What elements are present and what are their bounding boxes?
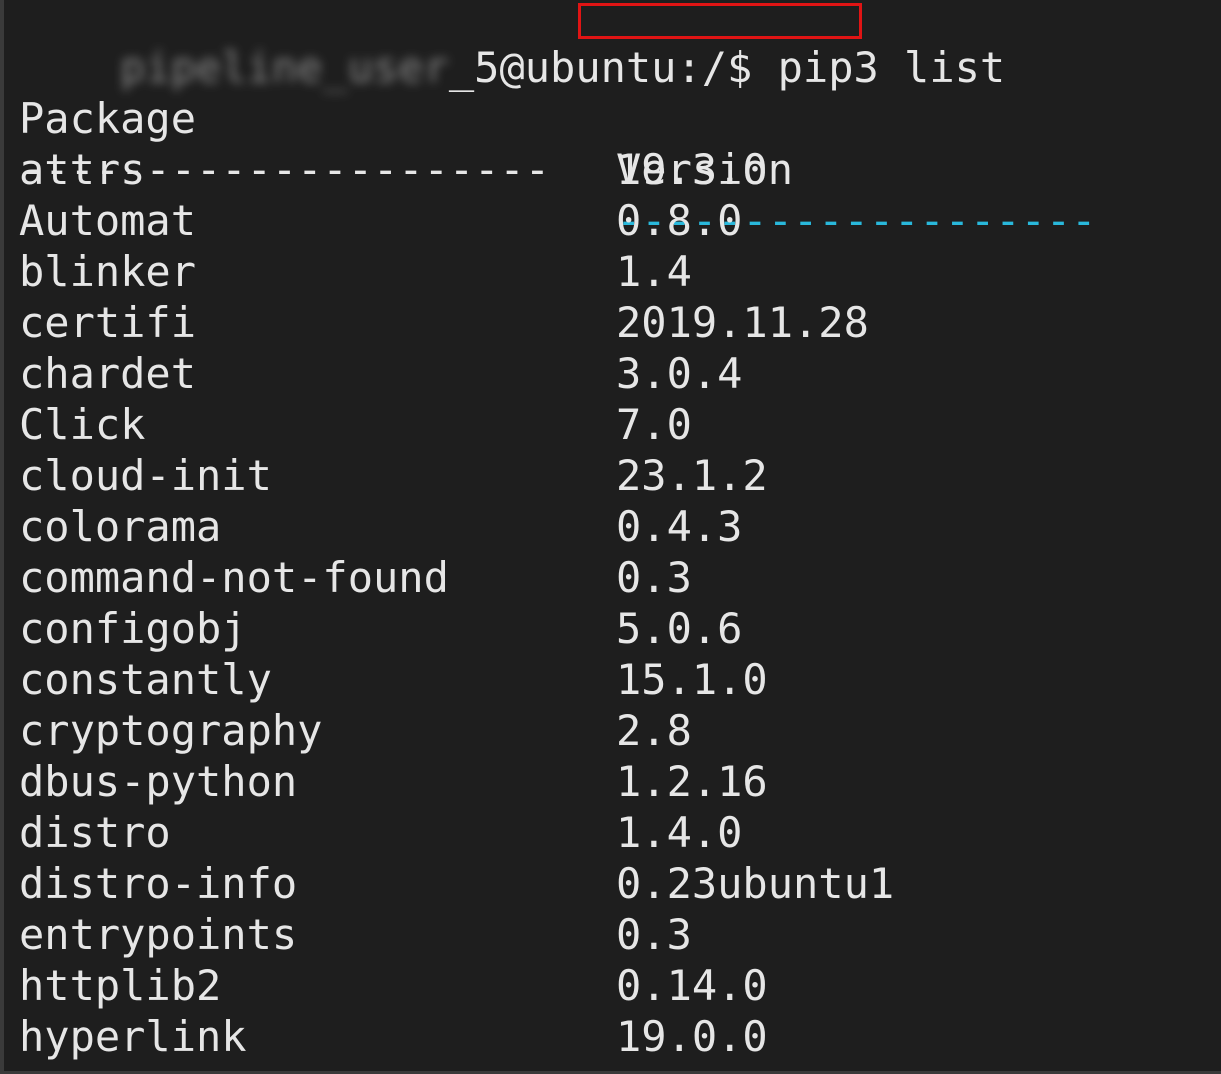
package-version: 5.0.6 bbox=[616, 604, 743, 653]
package-name: entrypoints bbox=[19, 910, 298, 959]
package-version: 0.3 bbox=[616, 553, 692, 602]
package-name: distro-info bbox=[19, 859, 298, 908]
package-name: chardet bbox=[19, 349, 197, 398]
package-version: 19.3.0 bbox=[616, 145, 768, 194]
package-name: cryptography bbox=[19, 706, 323, 755]
package-name: hyperlink bbox=[19, 1012, 247, 1061]
package-version: 0.14.0 bbox=[616, 961, 768, 1010]
package-version: 0.4.3 bbox=[616, 502, 743, 551]
window-left-border bbox=[0, 0, 4, 1074]
package-name: dbus-python bbox=[19, 757, 298, 806]
redacted-username: pipeline_user bbox=[120, 43, 449, 92]
package-version: 0.3 bbox=[616, 910, 692, 959]
package-version: 15.1.0 bbox=[616, 655, 768, 704]
terminal-window[interactable]: pipeline_user_5@ubuntu:/$ pip3 list Pack… bbox=[0, 0, 1221, 1074]
package-version: 1.4 bbox=[616, 247, 692, 296]
package-name: cloud-init bbox=[19, 451, 272, 500]
package-name: command-not-found bbox=[19, 553, 449, 602]
package-name: blinker bbox=[19, 247, 197, 296]
package-version: 1.4.0 bbox=[616, 808, 743, 857]
package-version: 0.8.0 bbox=[616, 196, 743, 245]
table-separator: --------------------- ------------------… bbox=[19, 93, 1096, 245]
command-text: pip3 list bbox=[777, 43, 1006, 92]
package-name: Click bbox=[19, 400, 146, 449]
package-version: 0.23ubuntu1 bbox=[616, 859, 895, 908]
package-name: colorama bbox=[19, 502, 222, 551]
package-version: 23.1.2 bbox=[616, 451, 768, 500]
package-version: 2019.11.28 bbox=[616, 298, 869, 347]
package-version: 7.0 bbox=[616, 400, 692, 449]
package-version: 2.8 bbox=[616, 706, 692, 755]
package-name: attrs bbox=[19, 145, 146, 194]
package-version: 19.0.0 bbox=[616, 1012, 768, 1061]
package-name: Automat bbox=[19, 196, 197, 245]
package-name: configobj bbox=[19, 604, 247, 653]
package-name: httplib2 bbox=[19, 961, 222, 1010]
package-name: distro bbox=[19, 808, 171, 857]
table-header: Package Version bbox=[19, 42, 793, 194]
prompt-host-path: _5@ubuntu:/$ bbox=[448, 43, 753, 92]
package-name: certifi bbox=[19, 298, 197, 347]
package-name: constantly bbox=[19, 655, 272, 704]
command-highlight-box bbox=[578, 3, 862, 39]
package-version: 3.0.4 bbox=[616, 349, 743, 398]
package-version: 1.2.16 bbox=[616, 757, 768, 806]
